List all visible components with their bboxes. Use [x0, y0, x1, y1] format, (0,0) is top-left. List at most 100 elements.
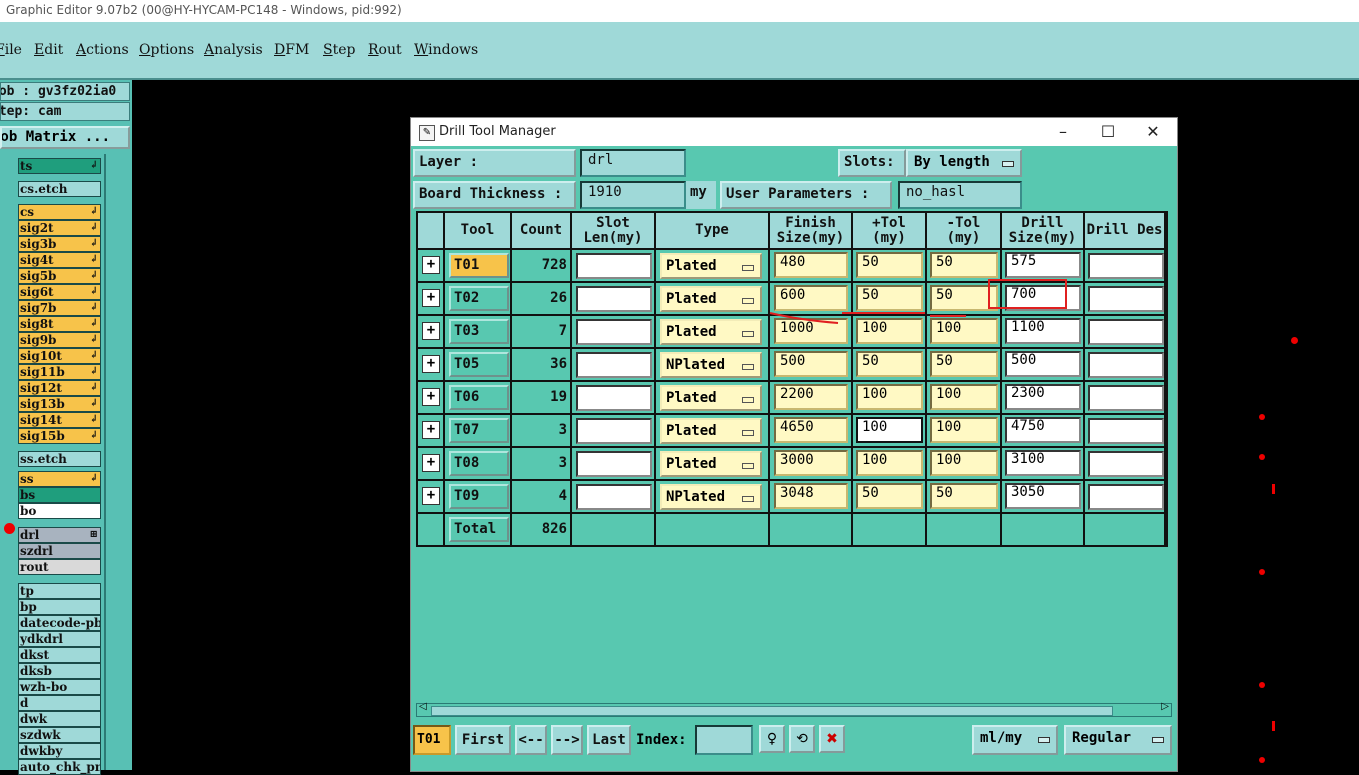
drill-des-input[interactable]	[1088, 418, 1164, 444]
drill-des-input[interactable]	[1088, 253, 1164, 279]
type-dropdown[interactable]: Plated	[660, 286, 762, 312]
tool-button[interactable]: T02	[449, 286, 509, 311]
layer-arrow-icon[interactable]: ↲	[90, 381, 98, 395]
next-button[interactable]: -->	[551, 725, 583, 755]
drill-des-input[interactable]	[1088, 484, 1164, 510]
plus-tol-input[interactable]: 100	[856, 318, 923, 344]
layer-item[interactable]: sig5b ↲	[18, 268, 101, 284]
drill-des-input[interactable]	[1088, 319, 1164, 345]
drill-des-input[interactable]	[1088, 352, 1164, 378]
layer-item[interactable]: szdrl	[18, 543, 101, 559]
layer-arrow-icon[interactable]: ↲	[90, 333, 98, 347]
slot-length-input[interactable]	[576, 352, 652, 378]
expand-icon[interactable]: +	[422, 289, 440, 307]
tool-button[interactable]: T03	[449, 319, 509, 344]
tool-button[interactable]: T01	[449, 253, 509, 278]
menu-windows[interactable]: Windows	[414, 42, 478, 58]
type-dropdown[interactable]: Plated	[660, 253, 762, 279]
slot-length-input[interactable]	[576, 319, 652, 345]
drill-des-input[interactable]	[1088, 385, 1164, 411]
plus-tol-input[interactable]: 100	[856, 450, 923, 476]
drill-des-input[interactable]	[1088, 286, 1164, 312]
layer-item[interactable]: sig11b ↲	[18, 364, 101, 380]
drill-size-input[interactable]: 3050	[1005, 483, 1081, 509]
cancel-icon[interactable]: ✖	[819, 725, 845, 753]
scroll-left-icon[interactable]: ◁	[419, 701, 427, 712]
layer-item[interactable]: szdwk	[18, 727, 101, 743]
layer-item[interactable]: sig7b ↲	[18, 300, 101, 316]
menu-options[interactable]: Options	[139, 42, 194, 58]
menu-rout[interactable]: Rout	[368, 42, 402, 58]
layer-item[interactable]: drl ⊞	[18, 527, 101, 543]
expand-icon[interactable]: +	[422, 487, 440, 505]
layer-item[interactable]: dkst	[18, 647, 101, 663]
slot-length-input[interactable]	[576, 385, 652, 411]
layer-panel-scrollbar[interactable]	[104, 154, 132, 770]
layer-arrow-icon[interactable]: ↲	[90, 301, 98, 315]
layer-item[interactable]: cs ↲	[18, 204, 101, 220]
type-dropdown[interactable]: NPlated	[660, 352, 762, 378]
drill-size-input[interactable]: 2300	[1005, 384, 1081, 410]
layer-item[interactable]: sig12t ↲	[18, 380, 101, 396]
minus-tol-input[interactable]: 100	[930, 318, 998, 344]
layer-item[interactable]: bs	[18, 487, 101, 503]
layer-arrow-icon[interactable]: ↲	[90, 397, 98, 411]
tool-button[interactable]: T09	[449, 484, 509, 509]
board-thickness-field[interactable]: 1910	[580, 181, 686, 209]
plus-tol-input[interactable]: 100	[856, 417, 923, 443]
minus-tol-input[interactable]: 50	[930, 252, 998, 278]
layer-item[interactable]: bp	[18, 599, 101, 615]
slot-length-input[interactable]	[576, 286, 652, 312]
scroll-right-icon[interactable]: ▷	[1161, 701, 1169, 712]
tool-button[interactable]: T06	[449, 385, 509, 410]
minus-tol-input[interactable]: 100	[930, 450, 998, 476]
layer-item[interactable]: sig6t ↲	[18, 284, 101, 300]
layer-item[interactable]: sig4t ↲	[18, 252, 101, 268]
slot-length-input[interactable]	[576, 451, 652, 477]
layer-arrow-icon[interactable]: ↲	[90, 269, 98, 283]
layer-arrow-icon[interactable]: ↲	[90, 365, 98, 379]
menu-analysis[interactable]: Analysis	[204, 42, 263, 58]
menu-file[interactable]: File	[0, 42, 22, 58]
mode-dropdown[interactable]: Regular	[1064, 725, 1172, 755]
layer-item[interactable]: d	[18, 695, 101, 711]
plus-tol-input[interactable]: 50	[856, 285, 923, 311]
layer-item[interactable]: tp	[18, 583, 101, 599]
slot-length-input[interactable]	[576, 484, 652, 510]
layer-item[interactable]: ts ↲	[18, 158, 101, 174]
plus-tol-input[interactable]: 50	[856, 351, 923, 377]
layer-item[interactable]: dksb	[18, 663, 101, 679]
layer-arrow-icon[interactable]: ↲	[90, 237, 98, 251]
expand-icon[interactable]: +	[422, 421, 440, 439]
layer-item[interactable]: rout	[18, 559, 101, 575]
expand-icon[interactable]: +	[422, 388, 440, 406]
minimize-icon[interactable]: –	[1048, 122, 1078, 142]
last-button[interactable]: Last	[587, 725, 631, 755]
layer-item[interactable]: dwkby	[18, 743, 101, 759]
finish-size-input[interactable]: 600	[774, 285, 848, 311]
layer-field[interactable]: drl	[580, 149, 686, 177]
slot-length-input[interactable]	[576, 253, 652, 279]
layer-item[interactable]: sig9b ↲	[18, 332, 101, 348]
menu-actions[interactable]: Actions	[76, 42, 129, 58]
drill-size-input[interactable]: 500	[1005, 351, 1081, 377]
layer-arrow-icon[interactable]: ↲	[90, 159, 98, 173]
layer-item[interactable]: ydkdrl	[18, 631, 101, 647]
scroll-thumb[interactable]	[431, 706, 1113, 716]
refresh-icon[interactable]: ⟲	[789, 725, 815, 753]
layer-arrow-icon[interactable]: ↲	[90, 429, 98, 443]
layer-arrow-icon[interactable]: ↲	[90, 349, 98, 363]
index-input[interactable]	[695, 725, 753, 755]
layer-arrow-icon[interactable]: ↲	[90, 205, 98, 219]
type-dropdown[interactable]: Plated	[660, 451, 762, 477]
plus-tol-input[interactable]: 50	[856, 252, 923, 278]
layer-item[interactable]: sig15b ↲	[18, 428, 101, 444]
layer-item[interactable]: bo	[18, 503, 101, 519]
layer-arrow-icon[interactable]: ↲	[90, 413, 98, 427]
layer-item[interactable]: cs.etch	[18, 181, 101, 197]
layer-item[interactable]: sig3b ↲	[18, 236, 101, 252]
menu-dfm[interactable]: DFM	[274, 42, 309, 58]
drill-size-input[interactable]: 3100	[1005, 450, 1081, 476]
layer-item[interactable]: sig14t ↲	[18, 412, 101, 428]
layer-arrow-icon[interactable]: ↲	[90, 221, 98, 235]
